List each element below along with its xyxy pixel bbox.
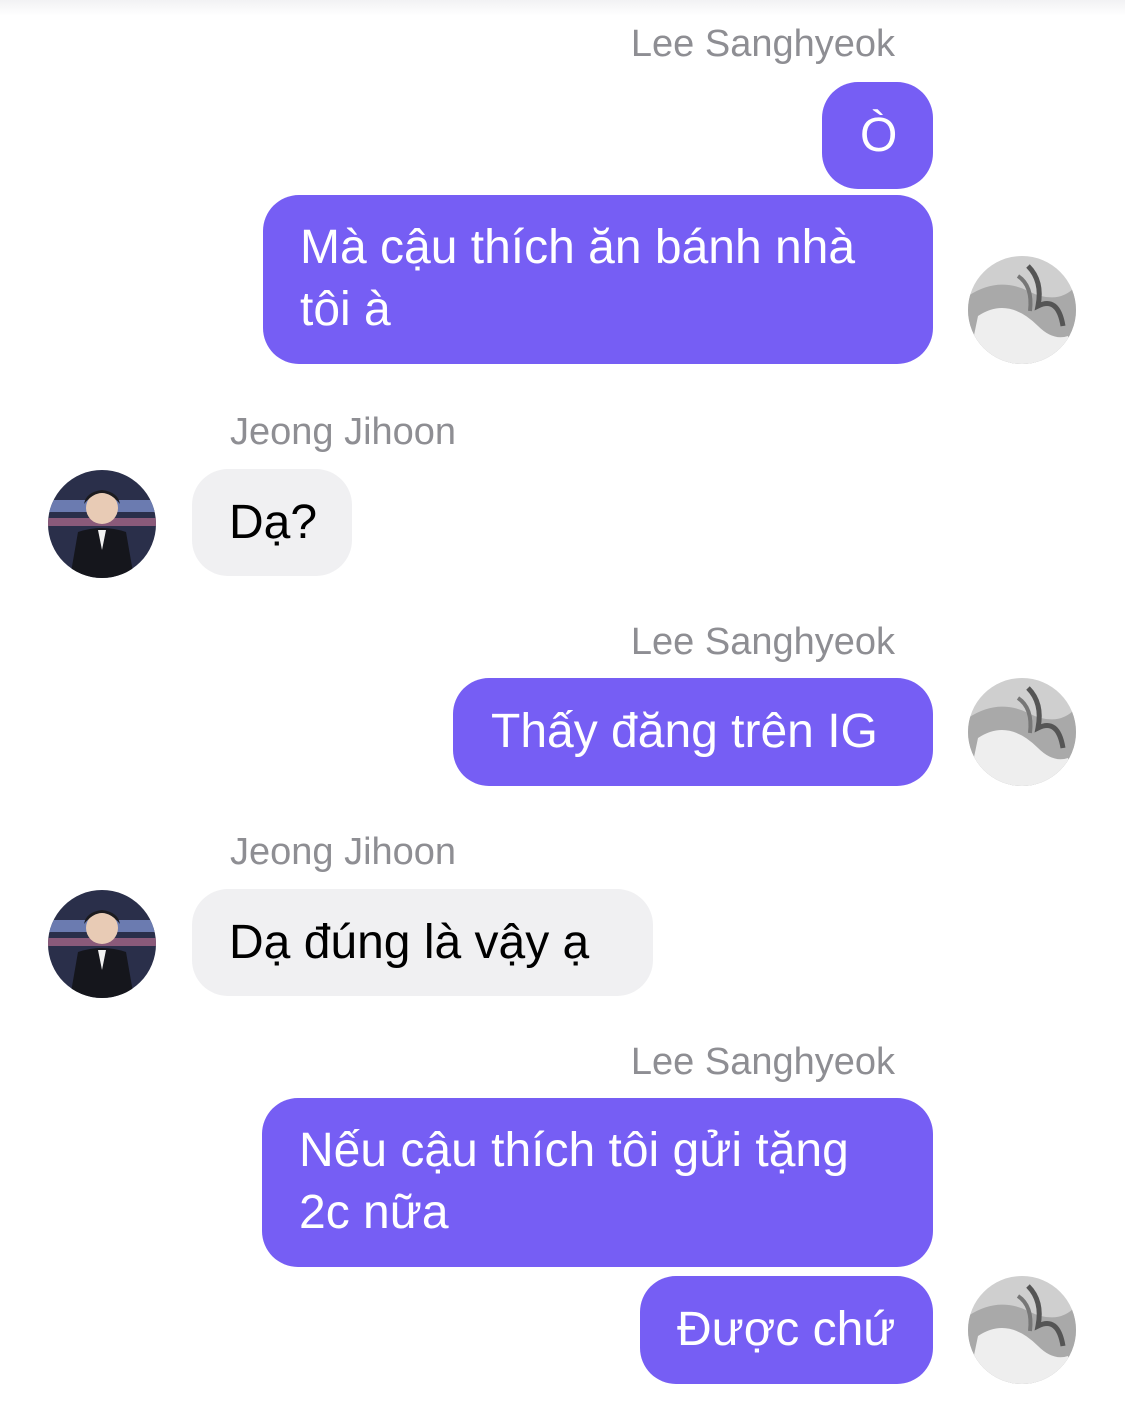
avatar-photo-icon <box>968 678 1076 786</box>
sender-name: Jeong Jihoon <box>230 411 457 453</box>
message-bubble-outgoing[interactable]: Thấy đăng trên IG <box>453 678 933 786</box>
message-text-line: tôi à <box>300 283 391 336</box>
avatar-lee-sanghyeok[interactable] <box>968 678 1076 786</box>
message-text-line: 2c nữa <box>299 1186 449 1239</box>
avatar-photo-icon <box>968 256 1076 364</box>
message-bubble-incoming[interactable]: Dạ đúng là vậy ạ <box>192 889 653 996</box>
top-fade <box>0 0 1125 16</box>
avatar-photo-icon <box>48 890 156 998</box>
message-text-line: Nếu cậu thích tôi gửi tặng <box>299 1124 849 1177</box>
avatar-lee-sanghyeok[interactable] <box>968 256 1076 364</box>
message-text-line: Mà cậu thích ăn bánh nhà <box>300 221 856 274</box>
message-text: Dạ đúng là vậy ạ <box>229 916 590 969</box>
sender-name: Lee Sanghyeok <box>630 1041 895 1083</box>
message-text: Dạ? <box>229 496 318 549</box>
sender-name: Jeong Jihoon <box>230 831 457 873</box>
message-text: Thấy đăng trên IG <box>491 705 878 758</box>
message-text: Được chứ <box>677 1303 896 1356</box>
avatar-jeong-jihoon[interactable] <box>48 470 156 578</box>
avatar-photo-icon <box>968 1276 1076 1384</box>
message-bubble-outgoing[interactable]: Nếu cậu thích tôi gửi tặng 2c nữa <box>262 1098 933 1267</box>
avatar-jeong-jihoon[interactable] <box>48 890 156 998</box>
message-bubble-outgoing[interactable]: Được chứ <box>640 1276 933 1384</box>
sender-name: Lee Sanghyeok <box>630 621 895 663</box>
message-bubble-outgoing[interactable]: Ò <box>822 82 933 189</box>
message-bubble-outgoing[interactable]: Mà cậu thích ăn bánh nhà tôi à <box>263 195 933 364</box>
avatar-lee-sanghyeok[interactable] <box>968 1276 1076 1384</box>
avatar-photo-icon <box>48 470 156 578</box>
message-text: Ò <box>860 109 898 162</box>
sender-name: Lee Sanghyeok <box>630 23 895 65</box>
message-bubble-incoming[interactable]: Dạ? <box>192 469 352 576</box>
